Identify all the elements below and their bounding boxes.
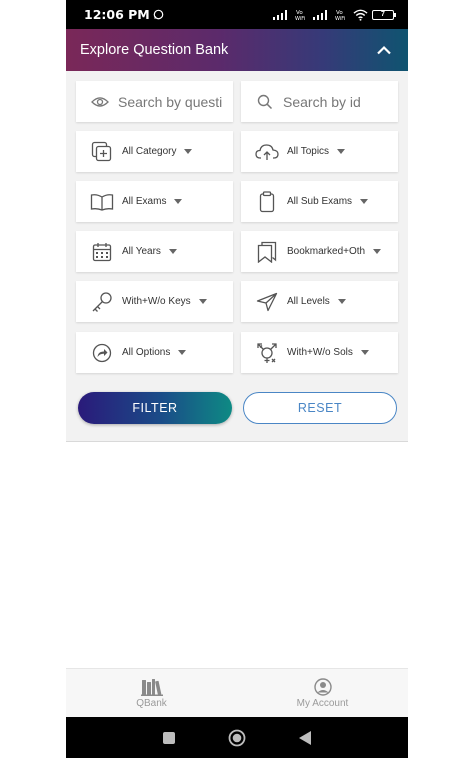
wifi-icon (353, 9, 368, 21)
dropdown-label: All Options (122, 347, 171, 358)
chevron-up-icon[interactable] (376, 45, 392, 55)
volte-icon-2: VoWiFi (335, 10, 345, 21)
explore-header[interactable]: Explore Question Bank (66, 29, 408, 71)
caret-down-icon (184, 149, 193, 154)
calendar-icon (88, 242, 116, 262)
status-time: 12:06 PM (84, 7, 164, 22)
search-id-input[interactable]: Search by id (241, 81, 398, 122)
whatsapp-icon (153, 9, 164, 20)
svg-text:WiFi: WiFi (335, 16, 345, 21)
status-time-text: 12:06 PM (84, 7, 150, 22)
dropdown-label: All Topics (287, 146, 330, 157)
battery-level: 7 (381, 11, 385, 18)
caret-down-icon (360, 350, 369, 355)
dropdown-topics[interactable]: All Topics (241, 131, 398, 172)
dropdown-bookmarked[interactable]: Bookmarked+Oth (241, 231, 398, 272)
dropdown-label: All Levels (287, 296, 330, 307)
bottom-nav: QBank My Account (66, 668, 408, 717)
dropdown-keys[interactable]: With+W/o Keys (76, 281, 233, 322)
caret-down-icon (174, 199, 183, 204)
filter-button[interactable]: FILTER (78, 392, 232, 424)
share-arrow-icon (88, 343, 116, 363)
recents-icon[interactable] (162, 731, 176, 745)
dropdown-options[interactable]: All Options (76, 332, 233, 373)
dropdown-label: All Category (122, 146, 177, 157)
gender-symbol-icon (253, 342, 281, 364)
dropdown-category[interactable]: All Category (76, 131, 233, 172)
caret-down-icon (360, 199, 369, 204)
svg-text:WiFi: WiFi (295, 16, 305, 21)
reset-button[interactable]: RESET (243, 392, 397, 424)
book-icon (88, 193, 116, 211)
signal-icon-2 (313, 9, 327, 20)
cloud-upload-icon (253, 143, 281, 161)
add-category-icon (88, 141, 116, 163)
nav-label: My Account (296, 697, 349, 709)
dropdown-exams[interactable]: All Exams (76, 181, 233, 222)
dropdown-sub-exams[interactable]: All Sub Exams (241, 181, 398, 222)
dropdown-label: With+W/o Keys (122, 296, 191, 307)
key-icon (88, 291, 116, 313)
send-icon (253, 292, 281, 312)
dropdown-label: With+W/o Sols (287, 347, 353, 358)
dropdown-levels[interactable]: All Levels (241, 281, 398, 322)
system-nav-bar (66, 717, 408, 758)
caret-down-icon (337, 149, 346, 154)
search-question-placeholder: Search by questi (118, 93, 223, 110)
volte-icon: VoWiFi (295, 10, 305, 21)
dropdown-label: All Years (122, 246, 161, 257)
caret-down-icon (198, 299, 207, 304)
filter-panel: Search by questi Search by id All Catego… (66, 71, 408, 442)
home-icon[interactable] (228, 729, 246, 747)
status-bar: 12:06 PM Vo WiFi Vo WiFi 7 (66, 0, 408, 29)
dropdown-label: Bookmarked+Oth (287, 246, 366, 257)
search-icon (255, 94, 275, 110)
dropdown-label: All Exams (122, 196, 167, 207)
nav-label: QBank (136, 697, 167, 709)
phone-screen: 12:06 PM Vo WiFi Vo WiFi 7 Explore Questio… (66, 0, 408, 758)
search-id-placeholder: Search by id (283, 93, 361, 110)
account-icon (313, 677, 332, 696)
eye-icon (90, 96, 110, 108)
dropdown-sols[interactable]: With+W/o Sols (241, 332, 398, 373)
search-question-input[interactable]: Search by questi (76, 81, 233, 122)
nav-item-qbank[interactable]: QBank (66, 669, 237, 717)
caret-down-icon (337, 299, 346, 304)
status-icons: Vo WiFi Vo WiFi 7 (273, 9, 396, 21)
caret-down-icon (373, 249, 382, 254)
header-title: Explore Question Bank (80, 42, 229, 58)
nav-item-my-account[interactable]: My Account (237, 669, 408, 717)
caret-down-icon (178, 350, 187, 355)
caret-down-icon (168, 249, 177, 254)
dropdown-years[interactable]: All Years (76, 231, 233, 272)
books-icon (140, 678, 163, 696)
back-icon[interactable] (298, 730, 312, 746)
clipboard-icon (253, 190, 281, 213)
signal-icon (273, 9, 287, 20)
bookmark-icon (253, 241, 281, 263)
battery-icon: 7 (372, 9, 396, 20)
dropdown-label: All Sub Exams (287, 196, 353, 207)
